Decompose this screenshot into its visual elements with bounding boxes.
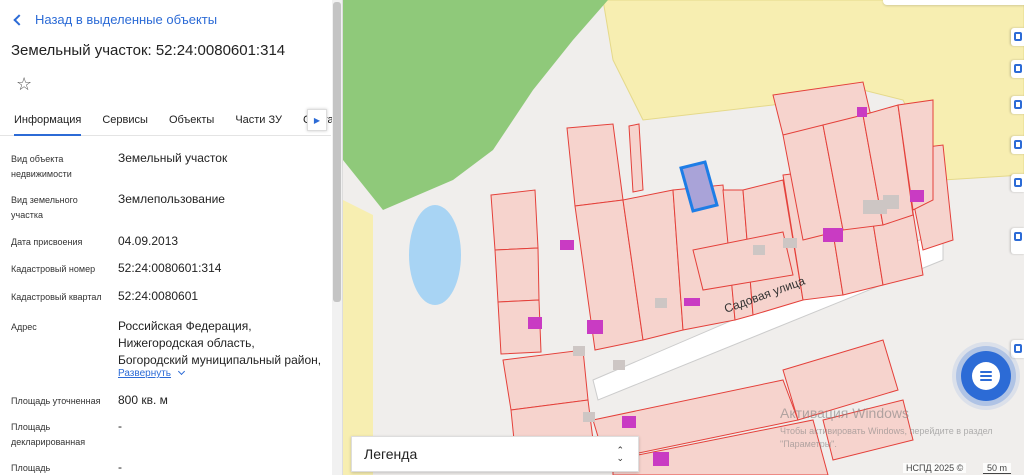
location-tool[interactable] [1011,228,1024,254]
watermark-title: Активация Windows [780,405,910,421]
property-value: Землепользование [118,192,225,206]
building [560,240,574,250]
chat-icon [972,362,1000,390]
property-label: Площадь уточненная [11,396,101,406]
property-value: 52:24:0080601:314 [118,261,222,275]
property-value: Земельный участок [118,151,228,165]
print-tool[interactable] [1011,96,1024,114]
layers-icon [1014,32,1022,41]
updown-arrows-icon: ⌃ ⌄ [616,445,624,463]
zoom-icon [1014,344,1022,353]
map-attribution: НСПД 2025 © [903,463,967,473]
parcel[interactable] [566,123,624,207]
print-icon [1014,100,1022,109]
tab-objects[interactable]: Объекты [169,106,214,136]
building [653,452,669,466]
back-link-label: Назад в выделенные объекты [35,12,218,27]
location-icon [1014,232,1022,241]
property-value: - [118,419,122,433]
outbuilding [573,346,585,356]
address-value: Российская Федерация, Нижегородская обла… [118,319,322,367]
outbuilding [613,360,625,370]
expand-address-link[interactable]: Развернуть [118,367,186,379]
building [823,228,843,242]
page-title: Земельный участок: 52:24:0080601:314 [11,42,286,59]
outbuilding [783,238,797,248]
expand-label: Развернуть [118,368,172,379]
watermark-text: Чтобы активировать Windows, перейдите в … [780,426,993,449]
property-label: Адрес [11,322,37,332]
tab-services[interactable]: Сервисы [102,106,148,136]
share-tool[interactable] [1011,136,1024,154]
layers-tool[interactable] [1011,28,1024,46]
property-label: Площадь декларированная [11,422,86,447]
share-icon [1014,140,1022,149]
property-value: - [118,460,122,474]
legend-dropdown[interactable]: Легенда ⌃ ⌄ [351,436,639,472]
ruler-icon [1014,64,1022,73]
panel-scrollbar[interactable] [332,0,342,475]
chevron-left-icon [13,13,25,26]
tab-bar: Информация Сервисы Объекты Части ЗУ Сост… [0,106,334,136]
zoom-tool[interactable] [1011,340,1024,358]
info-panel: Назад в выделенные объекты Земельный уча… [0,0,343,475]
parcel[interactable] [502,349,589,411]
pond [409,205,461,305]
tab-parts[interactable]: Части ЗУ [235,106,282,136]
building [910,190,924,202]
map-view[interactable]: Садовая улица Активация Windows Чтобы ак… [343,0,1024,475]
property-value: 04.09.2013 [118,234,179,248]
parcel[interactable] [490,189,539,251]
scale-bar: 50 m [983,463,1012,474]
building [684,298,700,306]
chevron-down-icon [177,367,186,376]
property-value: 800 кв. м [118,393,168,407]
scrollbar-thumb[interactable] [333,2,341,302]
chat-button[interactable] [961,351,1011,401]
property-label: Вид земельного участка [11,195,78,220]
farmland-left [343,200,373,475]
building [587,320,603,334]
property-label: Кадастровый номер [11,264,96,274]
property-label: Вид объекта недвижимости [11,154,72,179]
property-label: Площадь [11,463,51,473]
windows-watermark: Активация Windows Чтобы активировать Win… [780,405,1020,451]
star-icon[interactable]: ☆ [16,74,32,95]
back-link[interactable]: Назад в выделенные объекты [12,12,217,27]
building [528,317,542,329]
outbuilding [883,195,899,209]
tabs-next-button[interactable]: ▶ [307,109,327,131]
building [622,416,636,428]
outbuilding [753,245,765,255]
chevron-right-icon: ▶ [313,115,321,125]
settings-tool[interactable] [1011,174,1024,192]
property-label: Кадастровый квартал [11,292,102,302]
property-label: Дата присвоения [11,237,83,247]
building [857,107,867,117]
gear-icon [1014,178,1022,187]
tab-info[interactable]: Информация [14,106,82,136]
top-toolbar [883,0,1024,5]
parcel[interactable] [494,247,540,303]
legend-label: Легенда [364,446,418,462]
outbuilding [655,298,667,308]
measure-tool[interactable] [1011,60,1024,78]
property-value: 52:24:0080601 [118,289,199,303]
map-canvas[interactable]: Садовая улица [343,0,1024,475]
outbuilding [583,412,595,422]
